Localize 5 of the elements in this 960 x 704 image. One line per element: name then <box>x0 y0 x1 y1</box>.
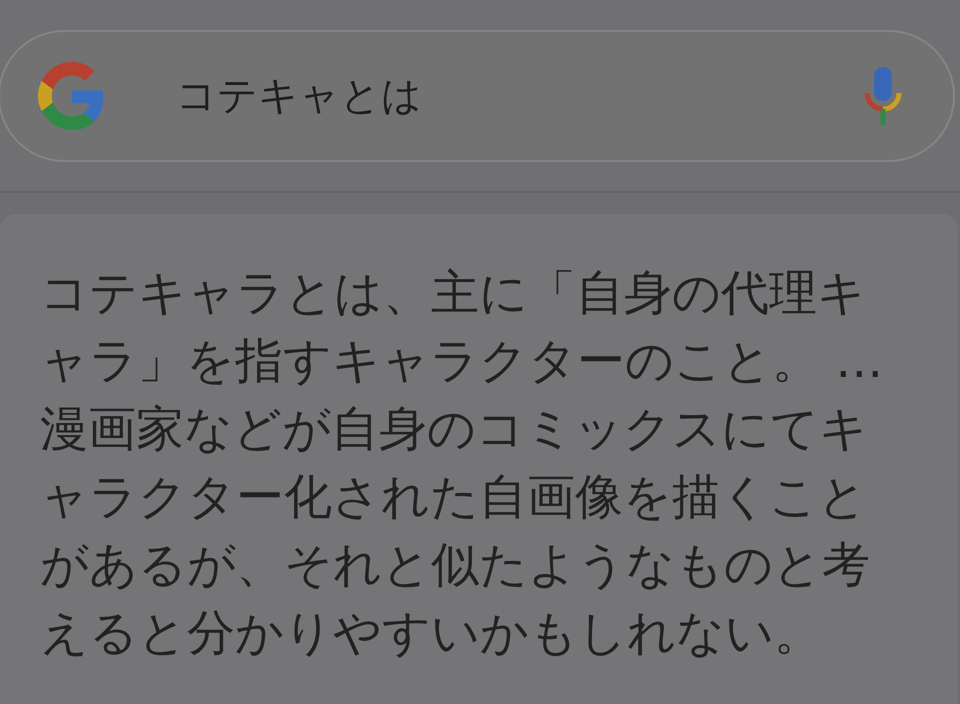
search-query: コテキャとは <box>176 72 423 120</box>
answer-snippet: コテキャラとは、主に「自身の代理キャラ」を指すキャラクターのこと。 …漫画家などが自身のコミックスにてキャラクター化された自画像を描くことがあるが、それと似たようなものと考えると分かりやすいかもしれない。 <box>40 264 884 663</box>
microphone-icon[interactable] <box>863 66 903 124</box>
google-logo-icon <box>38 62 106 130</box>
search-field[interactable]: コテキャとは <box>0 30 955 162</box>
